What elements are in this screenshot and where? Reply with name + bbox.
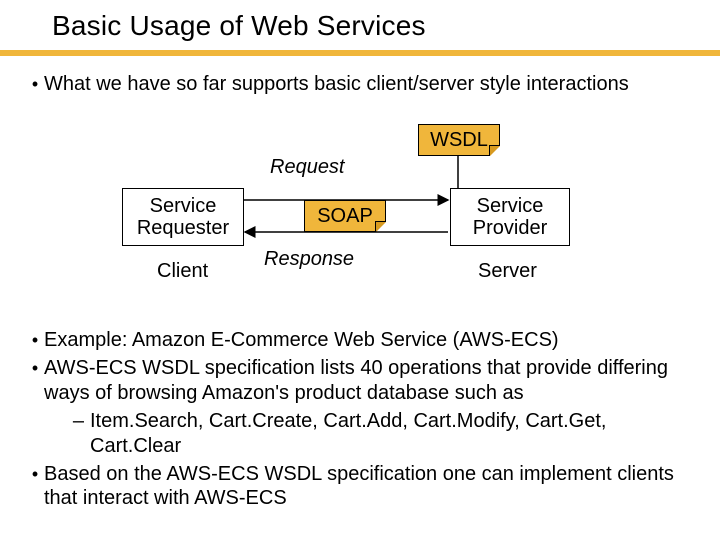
title-underline (0, 50, 720, 56)
bullet-dot: • (26, 462, 44, 486)
bullet-intro: • What we have so far supports basic cli… (26, 72, 694, 97)
bullet-text: Item.Search, Cart.Create, Cart.Add, Cart… (90, 409, 694, 458)
bullet-dash: – (54, 409, 90, 433)
lower-bullets: • Example: Amazon E-Commerce Web Service… (26, 328, 694, 515)
bullet-dot: • (26, 356, 44, 380)
bullet-dot: • (26, 328, 44, 352)
bullet-wsdl-spec: • AWS-ECS WSDL specification lists 40 op… (26, 356, 694, 405)
bullet-example: • Example: Amazon E-Commerce Web Service… (26, 328, 694, 352)
bullet-implement: • Based on the AWS-ECS WSDL specificatio… (26, 462, 694, 511)
slide-title: Basic Usage of Web Services (52, 10, 426, 42)
diagram-arrows (0, 108, 720, 308)
bullet-text: Based on the AWS-ECS WSDL specification … (44, 462, 694, 511)
bullet-dot: • (26, 72, 44, 96)
bullet-text: AWS-ECS WSDL specification lists 40 oper… (44, 356, 694, 405)
intro-bullets: • What we have so far supports basic cli… (26, 72, 694, 101)
bullet-operations: – Item.Search, Cart.Create, Cart.Add, Ca… (54, 409, 694, 458)
bullet-text: What we have so far supports basic clien… (44, 72, 694, 97)
slide: Basic Usage of Web Services • What we ha… (0, 0, 720, 540)
bullet-text: Example: Amazon E-Commerce Web Service (… (44, 328, 694, 352)
diagram: WSDL Request Service Requester SOAP Serv… (0, 108, 720, 308)
